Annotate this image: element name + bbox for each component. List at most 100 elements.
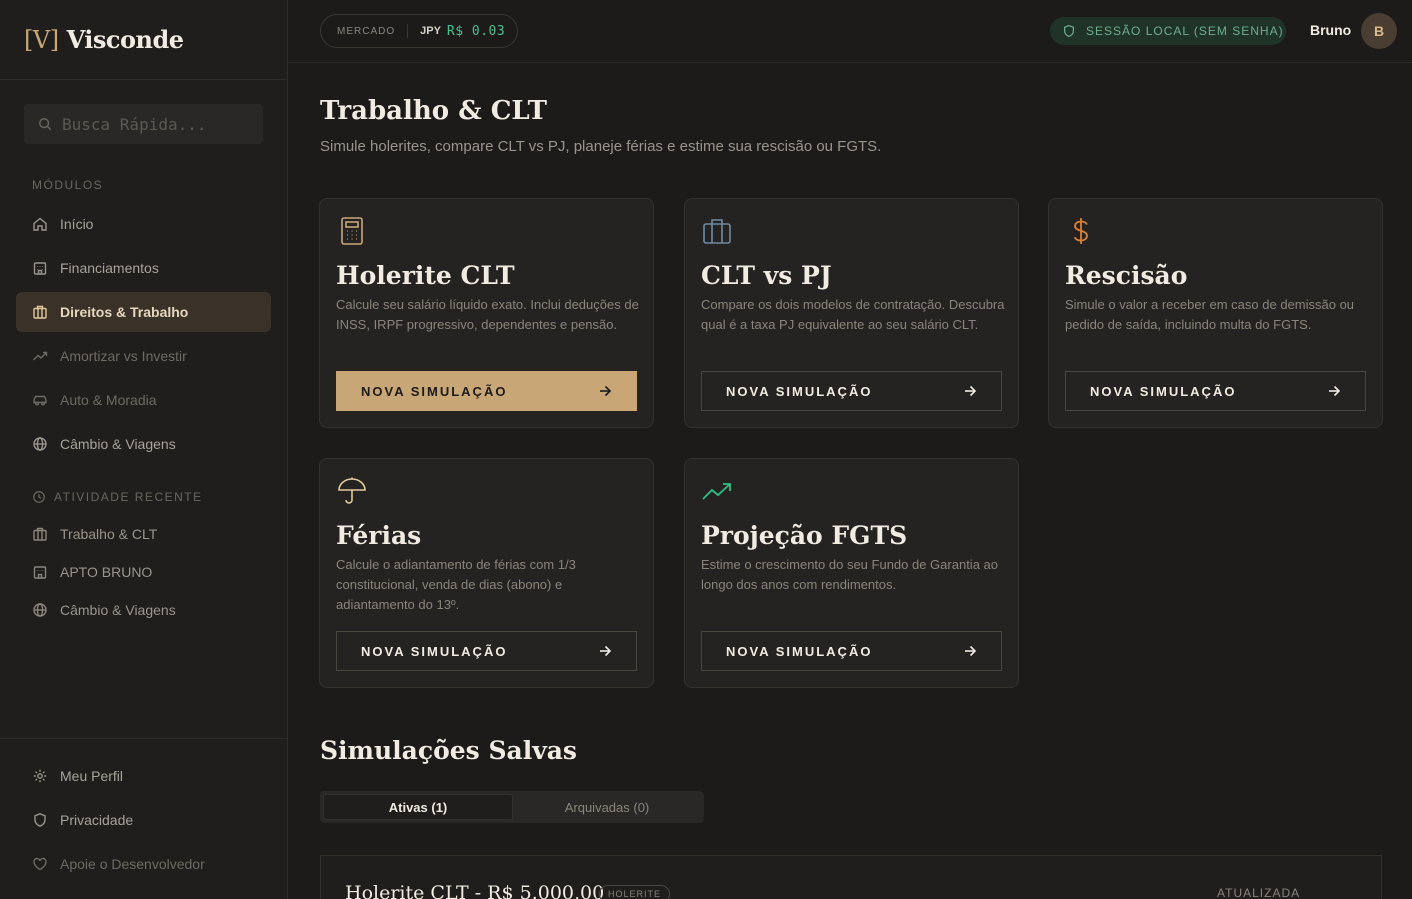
card-title: Projeção FGTS: [701, 521, 908, 550]
sidebar-item-label: Início: [60, 216, 94, 232]
page-title: Trabalho & CLT: [320, 96, 547, 126]
sidebar-item-privacidade[interactable]: Privacidade: [16, 800, 271, 840]
sidebar-item-label: Financiamentos: [60, 260, 159, 276]
market-label: MERCADO: [337, 25, 396, 37]
modules-section-label: MÓDULOS: [32, 178, 104, 192]
sidebar-item-label: Privacidade: [60, 812, 134, 828]
globe-icon: [33, 437, 47, 451]
sidebar-item-cambio-viagens[interactable]: Câmbio & Viagens: [16, 424, 271, 464]
card-ferias: Férias Calcule o adiantamento de férias …: [319, 458, 654, 688]
shield-icon: [1064, 24, 1074, 38]
currency-rate: R$ 0.03: [446, 23, 506, 39]
sidebar-item-label: Direitos & Trabalho: [60, 304, 189, 320]
building-icon: [33, 262, 47, 275]
new-simulation-button[interactable]: NOVA SIMULAÇÃO: [336, 371, 637, 411]
tab-ativas[interactable]: Ativas (1): [323, 794, 513, 820]
type-badge: HOLERITE: [599, 885, 671, 899]
button-label: NOVA SIMULAÇÃO: [726, 643, 873, 659]
card-title: Férias: [336, 521, 422, 550]
card-clt-vs-pj: CLT vs PJ Compare os dois modelos de con…: [684, 198, 1019, 428]
recent-item-apto[interactable]: APTO BRUNO: [16, 557, 271, 587]
sidebar-item-financiamentos[interactable]: Financiamentos: [16, 248, 271, 288]
card-holerite-clt: Holerite CLT Calcule seu salário líquido…: [319, 198, 654, 428]
briefcase-icon: [33, 527, 47, 541]
button-label: NOVA SIMULAÇÃO: [361, 643, 508, 659]
sidebar-item-amortizar[interactable]: Amortizar vs Investir: [16, 336, 271, 376]
new-simulation-button[interactable]: NOVA SIMULAÇÃO: [701, 631, 1002, 671]
clock-icon: [33, 491, 45, 503]
status-text: ATUALIZADA: [1217, 886, 1301, 899]
building-icon: [33, 566, 47, 579]
recent-item-trabalho[interactable]: Trabalho & CLT: [16, 519, 271, 549]
sidebar-item-auto-moradia[interactable]: Auto & Moradia: [16, 380, 271, 420]
button-label: NOVA SIMULAÇÃO: [1090, 383, 1237, 399]
recent-item-label: Câmbio & Viagens: [60, 602, 176, 618]
sidebar-item-label: Meu Perfil: [60, 768, 124, 784]
gear-icon: [33, 769, 47, 783]
heart-icon: [33, 857, 47, 871]
new-simulation-button[interactable]: NOVA SIMULAÇÃO: [1065, 371, 1366, 411]
umbrella-icon: [338, 477, 366, 504]
new-simulation-button[interactable]: NOVA SIMULAÇÃO: [701, 371, 1002, 411]
calculator-icon: [341, 217, 363, 245]
recent-activity-label-text: ATIVIDADE RECENTE: [54, 490, 203, 504]
saved-simulations-title: Simulações Salvas: [320, 736, 578, 765]
saved-simulation-title: Holerite CLT - R$ 5.000,00: [345, 882, 605, 899]
recent-activity-label: ATIVIDADE RECENTE: [32, 490, 203, 504]
recent-item-label: APTO BRUNO: [60, 564, 153, 580]
search-placeholder: Busca Rápida...: [62, 114, 207, 134]
card-rescisao: Rescisão Simule o valor a receber em cas…: [1048, 198, 1383, 428]
brand-name: Visconde: [66, 25, 184, 54]
sidebar-item-inicio[interactable]: Início: [16, 204, 271, 244]
card-projecao-fgts: Projeção FGTS Estime o crescimento do se…: [684, 458, 1019, 688]
search-icon: [39, 118, 52, 131]
arrow-right-icon: [1329, 385, 1341, 397]
card-title: Holerite CLT: [336, 261, 515, 290]
sidebar-footer: Meu Perfil Privacidade Apoie o Desenvolv…: [0, 738, 288, 872]
shield-icon: [34, 813, 46, 827]
arrow-right-icon: [600, 645, 612, 657]
currency-code: JPY: [420, 25, 441, 37]
arrow-right-icon: [600, 385, 612, 397]
card-description: Estime o crescimento do seu Fundo de Gar…: [701, 557, 998, 592]
button-label: NOVA SIMULAÇÃO: [726, 383, 873, 399]
saved-simulation-row[interactable]: Holerite CLT - R$ 5.000,00 HOLERITE ATUA…: [320, 855, 1382, 899]
brand-mark: [V]: [24, 25, 59, 54]
card-description: Calcule o adiantamento de férias com 1/3…: [336, 557, 576, 612]
sidebar-item-label: Amortizar vs Investir: [60, 348, 187, 364]
sidebar-item-apoie[interactable]: Apoie o Desenvolvedor: [16, 844, 271, 884]
user-name[interactable]: Bruno: [1310, 22, 1351, 38]
saved-tabs: Ativas (1) Arquivadas (0): [320, 791, 704, 823]
dollar-icon: [1073, 218, 1088, 244]
card-description: Calcule seu salário líquido exato. Inclu…: [336, 297, 639, 332]
session-text: SESSÃO LOCAL (SEM SENHA): [1086, 24, 1284, 38]
sidebar-item-meu-perfil[interactable]: Meu Perfil: [16, 756, 271, 796]
arrow-right-icon: [965, 385, 977, 397]
card-title: CLT vs PJ: [701, 261, 832, 290]
briefcase-icon: [703, 219, 731, 244]
trending-up-icon: [702, 483, 731, 500]
home-icon: [33, 217, 47, 231]
brand-logo[interactable]: [V] Visconde: [0, 0, 287, 80]
card-title: Rescisão: [1065, 261, 1188, 290]
recent-item-label: Trabalho & CLT: [60, 526, 158, 542]
divider: [407, 24, 409, 38]
trend-icon: [33, 351, 48, 361]
market-ticker: MERCADO JPY R$ 0.03: [320, 14, 518, 48]
avatar[interactable]: B: [1361, 13, 1397, 49]
sidebar: [V] Visconde Busca Rápida... MÓDULOS Iní…: [0, 0, 288, 899]
button-label: NOVA SIMULAÇÃO: [361, 383, 508, 399]
globe-icon: [33, 603, 47, 617]
search-input[interactable]: Busca Rápida...: [24, 104, 263, 144]
sidebar-item-label: Apoie o Desenvolvedor: [60, 856, 205, 872]
recent-item-cambio[interactable]: Câmbio & Viagens: [16, 595, 271, 625]
sidebar-item-direitos-trabalho[interactable]: Direitos & Trabalho: [16, 292, 271, 332]
card-description: Compare os dois modelos de contratação. …: [701, 297, 1005, 332]
arrow-right-icon: [965, 645, 977, 657]
page-subtitle: Simule holerites, compare CLT vs PJ, pla…: [320, 138, 882, 155]
sidebar-item-label: Câmbio & Viagens: [60, 436, 176, 452]
new-simulation-button[interactable]: NOVA SIMULAÇÃO: [336, 631, 637, 671]
briefcase-icon: [33, 305, 47, 319]
tab-arquivadas[interactable]: Arquivadas (0): [513, 794, 701, 820]
topbar: MERCADO JPY R$ 0.03 SESSÃO LOCAL (SEM SE…: [288, 0, 1412, 63]
